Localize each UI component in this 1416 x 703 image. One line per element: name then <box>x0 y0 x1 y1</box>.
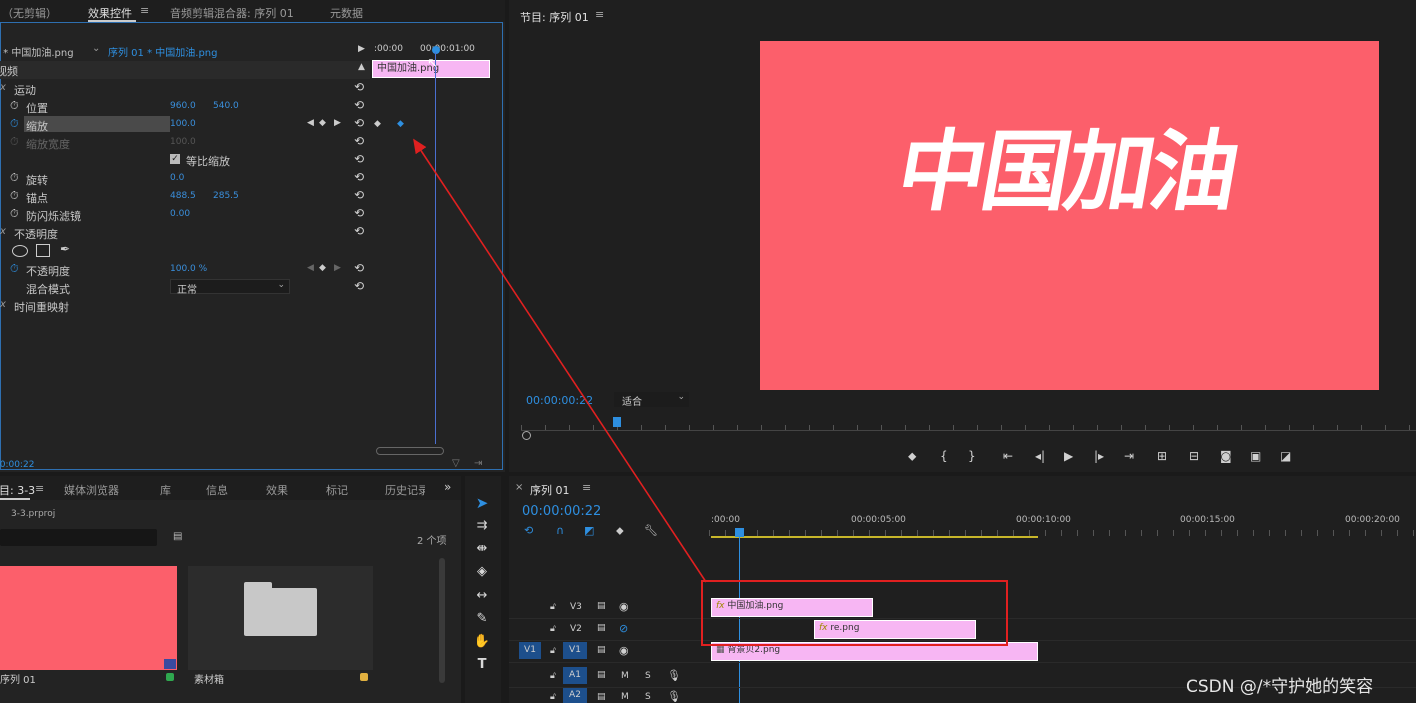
annotation-arrow <box>413 138 707 583</box>
mouse-cursor-icon: ↖ <box>427 56 438 71</box>
watermark: CSDN @/*守护她的笑容 <box>1186 677 1374 697</box>
